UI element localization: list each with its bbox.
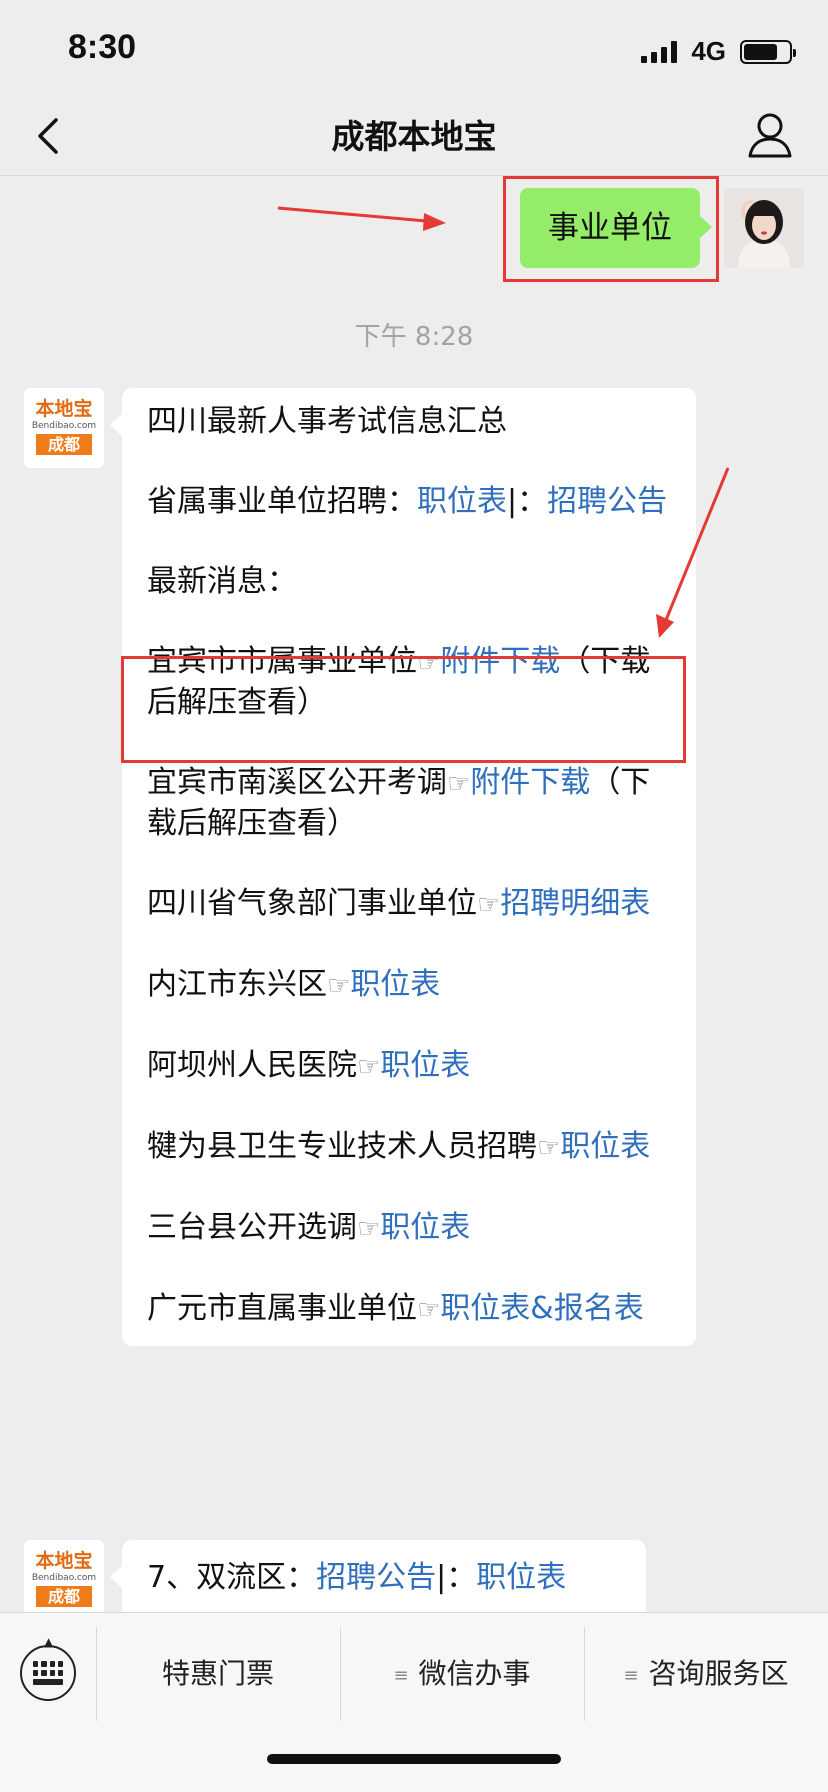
news-item-text: 内江市东兴区 [147,967,327,1002]
battery-level [744,43,777,60]
submenu-icon: ≡ [623,1665,639,1686]
bot-avatar-logo-text: 本地宝 [35,398,93,420]
user-message-bubble[interactable]: 事业单位 [520,188,712,268]
pointing-hand-icon: ☞ [417,1295,441,1325]
position-table-link[interactable]: 职位表 [350,967,440,1002]
bot-message-bubble-2: 7、双流区：招聘公告|：职位表 [110,1540,646,1612]
home-indicator[interactable] [267,1754,561,1764]
news-item-text: 犍为县卫生专业技术人员招聘 [147,1129,537,1164]
news-item-guangyuan: 广元市直属事业单位☞职位表&报名表 [147,1289,670,1330]
keyboard-icon [33,1661,63,1685]
status-time: 8:30 [68,28,137,66]
battery-icon [740,39,796,64]
bot-avatar-city: 成都 [36,1586,92,1607]
page-title: 成都本地宝 [331,117,497,156]
news-item-meteorology: 四川省气象部门事业单位☞招聘明细表 [147,884,670,925]
user-avatar[interactable] [724,188,804,268]
network-type: 4G [691,36,726,66]
recruitment-notice-link[interactable]: 招聘公告 [316,1560,436,1595]
message-timestamp: 下午 8:28 [354,322,474,352]
news-item-text: 三台县公开选调 [147,1210,357,1245]
bot-message-bubble: 四川最新人事考试信息汇总 省属事业单位招聘：职位表|：招聘公告 最新消息： 宜宾… [110,388,696,1346]
status-bar: 8:30 4G [0,0,828,96]
position-table-link[interactable]: 职位表 [380,1048,470,1083]
menu-item-tickets[interactable]: 特惠门票 [96,1627,340,1721]
caret-up-icon: ▲ [44,1635,54,1649]
profile-button[interactable] [746,110,794,160]
status-indicators: 4G [641,36,796,67]
recruitment-detail-link[interactable]: 招聘明细表 [500,886,650,921]
keyboard-toggle-button[interactable]: ▲ [20,1635,76,1701]
highlight-box-yibin-item [121,656,686,763]
news-item-aba-hospital: 阿坝州人民医院☞职位表 [147,1046,670,1087]
position-table-link[interactable]: 职位表 [476,1560,566,1595]
news-item-qianwei: 犍为县卫生专业技术人员招聘☞职位表 [147,1127,670,1168]
news-item-text: 四川省气象部门事业单位 [147,886,477,921]
nav-bar: 成都本地宝 [0,96,828,176]
provincial-label: 省属事业单位招聘： [147,484,417,519]
submenu-icon: ≡ [393,1665,409,1686]
menu-item-wechat-services[interactable]: ≡ 微信办事 [340,1627,584,1721]
bot-avatar-city: 成都 [36,434,92,455]
news-item-text: 广元市直属事业单位 [147,1291,417,1326]
news-item-text: 宜宾市南溪区公开考调 [147,765,447,800]
bot-avatar-domain: Bendibao.com [31,1573,97,1583]
bot-avatar[interactable]: 本地宝 Bendibao.com 成都 [24,1540,104,1612]
user-avatar-image [724,188,804,268]
news-item-neijiang: 内江市东兴区☞职位表 [147,965,670,1006]
bottom-menu-bar: ▲ 特惠门票 ≡ 微信办事 ≡ 咨询服务区 [0,1612,828,1792]
position-table-link[interactable]: 职位表 [380,1210,470,1245]
position-table-link[interactable]: 职位表 [560,1129,650,1164]
link-separator: |： [436,1560,477,1595]
pointing-hand-icon: ☞ [537,1133,561,1163]
pointing-hand-icon: ☞ [357,1214,381,1244]
pointing-hand-icon: ☞ [447,769,471,799]
arrow-to-user-message [277,206,446,231]
news-item-text: 阿坝州人民医院 [147,1048,357,1083]
bot-avatar[interactable]: 本地宝 Bendibao.com 成都 [24,388,104,468]
user-icon [748,113,792,158]
position-table-link[interactable]: 职位表 [417,484,507,519]
menu-item-label: 微信办事 [418,1657,531,1690]
menu-item-label: 特惠门票 [161,1657,274,1690]
news-item-nanxi: 宜宾市南溪区公开考调☞附件下载（下载后解压查看） [147,763,670,844]
menu-item-label: 咨询服务区 [648,1657,789,1690]
message-title: 四川最新人事考试信息汇总 [147,404,507,439]
bot-avatar-domain: Bendibao.com [31,421,97,431]
position-registration-link[interactable]: 职位表&报名表 [440,1291,643,1326]
recruitment-notice-link[interactable]: 招聘公告 [547,484,667,519]
provincial-line: 省属事业单位招聘：职位表|：招聘公告 [147,482,670,522]
attachment-download-link[interactable]: 附件下载 [470,765,590,800]
pointing-hand-icon: ☞ [477,890,501,920]
cellular-signal-icon [641,40,678,63]
menu-item-consulting[interactable]: ≡ 咨询服务区 [584,1627,828,1721]
bot-avatar-logo-text: 本地宝 [35,1550,93,1572]
shuangliu-label: 7、双流区： [147,1560,317,1595]
news-item-santai: 三台县公开选调☞职位表 [147,1208,670,1249]
pointing-hand-icon: ☞ [357,1052,381,1082]
chat-area[interactable]: 事业单位 下午 8:28 本地宝 Bendibao.com 成都 四川最新人事考… [0,176,828,1612]
latest-news-label: 最新消息： [147,564,297,599]
link-separator: |： [507,484,548,519]
pointing-hand-icon: ☞ [327,971,351,1001]
